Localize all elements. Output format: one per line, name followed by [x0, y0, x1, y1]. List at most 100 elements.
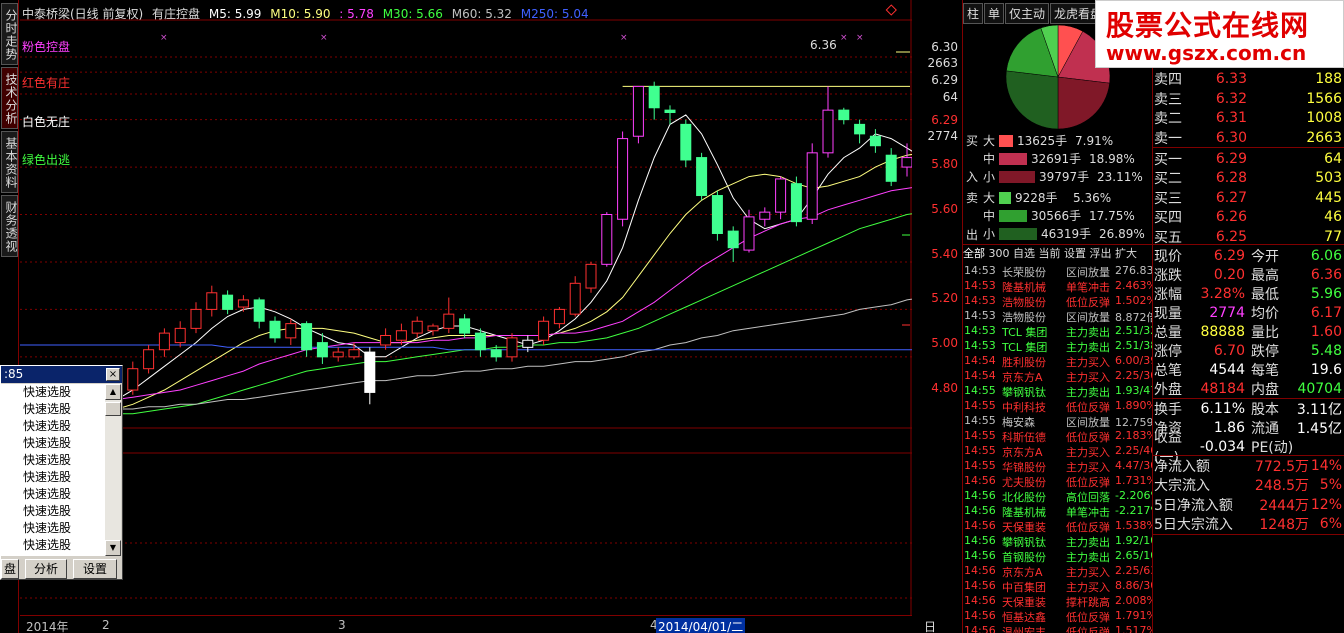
book-volume: 503 [1315, 170, 1342, 186]
popup-list[interactable]: 快速选股 快速选股 快速选股 快速选股 快速选股 快速选股 快速选股 快速选股 快速选股 快速选股 [1, 384, 105, 556]
stat-label: 现量 [1154, 305, 1182, 322]
filter-300[interactable]: 300 [989, 247, 1010, 260]
popup-btn-left[interactable]: 盘 [1, 559, 19, 579]
scroll-thumb[interactable] [105, 402, 121, 416]
popup-list-item[interactable]: 快速选股 [1, 435, 105, 452]
flow-bar [999, 170, 1035, 183]
filter-settings[interactable]: 设置 [1064, 247, 1086, 260]
candle-body [759, 211, 771, 220]
book-label: 买四 [1154, 210, 1182, 226]
chart-area[interactable]: × × × × × 中泰桥梁(日线 前复权) 有庄控盘 M5: 5.99 M10: 5.… [20, 0, 960, 633]
popup-list-item[interactable]: 快速选股 [1, 503, 105, 520]
popup-list-item[interactable]: 快速选股 [1, 469, 105, 486]
trade-time: 14:55 [964, 444, 996, 457]
popup-list-item[interactable]: 快速选股 [1, 452, 105, 469]
tab-financials[interactable]: 财务透视 [1, 195, 18, 257]
trade-time: 14:53 [964, 339, 996, 352]
trade-row[interactable]: 14:56 北化股份 高位回落 -2.206% [964, 489, 1152, 504]
trade-row[interactable]: 14:55 攀钢钒钛 主力卖出 1.93/47 [964, 384, 1152, 399]
settings-button[interactable]: 设置 [73, 559, 117, 579]
candle-body [222, 294, 234, 310]
popup-list-item[interactable]: 快速选股 [1, 384, 105, 401]
filter-all[interactable]: 全部 [963, 247, 985, 260]
trade-row[interactable]: 14:53 TCL 集团 主力卖出 2.51/38 [964, 339, 1152, 354]
trade-value: 1.93/47 [1115, 384, 1152, 397]
trade-row[interactable]: 14:55 中利科技 低位反弹 1.890% [964, 399, 1152, 414]
trade-stock: 华锦股份 [1002, 461, 1046, 474]
trade-row[interactable]: 14:55 京东方A 主力买入 2.25/40 [964, 444, 1152, 459]
ma30-label: M30: 5.66 [382, 7, 443, 21]
candle-body [316, 342, 328, 358]
trade-row[interactable]: 14:56 天保重装 撑杆跳高 2.008% [964, 594, 1152, 609]
candle-body [838, 109, 850, 121]
candle-body [664, 109, 676, 114]
trade-row[interactable]: 14:55 华锦股份 主力买入 4.47/30 [964, 459, 1152, 474]
trade-row[interactable]: 14:53 隆基机械 单笔冲击 2.463% [964, 279, 1152, 294]
trade-row[interactable]: 14:55 梅安森 区间放量 12.759倍 [964, 414, 1152, 429]
stat-value: 1.45亿 [1296, 420, 1342, 437]
scroll-up-icon[interactable]: ▲ [105, 384, 121, 400]
popup-list-item[interactable]: 快速选股 [1, 401, 105, 418]
legend-red: 红色有庄 [22, 76, 71, 90]
trade-alert-list[interactable]: 14:53长荣股份区间放量276.83314:53隆基机械单笔冲击2.463%1… [964, 264, 1152, 633]
flow-size: 小 [983, 170, 996, 184]
analyze-button[interactable]: 分析 [25, 559, 67, 579]
book-label: 买一 [1154, 151, 1182, 168]
trade-row[interactable]: 14:56 尤夫股份 低位反弹 1.731% [964, 474, 1152, 489]
trade-row[interactable]: 14:53 TCL 集团 主力卖出 2.51/32 [964, 324, 1152, 339]
trade-row[interactable]: 14:53 浩物股份 低位反弹 1.502% [964, 294, 1152, 309]
close-icon[interactable]: × [106, 368, 120, 381]
trade-row[interactable]: 14:56 中百集团 主力买入 8.86/30 [964, 579, 1152, 594]
candle-body [869, 135, 881, 147]
tab-intraday[interactable]: 分时走势 [1, 3, 18, 65]
candle-body [285, 323, 297, 339]
trade-row[interactable]: 14:56 首钢股份 主力卖出 2.65/10 [964, 549, 1152, 564]
trade-row[interactable]: 14:53 长荣股份 区间放量 276.833 [964, 264, 1152, 279]
trade-stock: 天保重装 [1002, 521, 1046, 534]
trade-row[interactable]: 14:54 京东方A 主力买入 2.25/30 [964, 369, 1152, 384]
tab-technical[interactable]: 技术分析 [1, 67, 18, 129]
trade-action: 主力买入 [1066, 581, 1110, 594]
trade-action: 高位回落 [1066, 491, 1110, 504]
trade-row[interactable]: 14:56 温州宏丰 低位反弹 1.517% [964, 624, 1152, 633]
stock-name: 中泰桥梁(日线 前复权) [22, 7, 144, 21]
scroll-down-icon[interactable]: ▼ [105, 540, 121, 556]
flow-size: 小 [983, 227, 996, 241]
popup-list-item[interactable]: 快速选股 [1, 537, 105, 554]
quick-select-popup[interactable]: :85 × 快速选股 快速选股 快速选股 快速选股 快速选股 快速选股 快速选股 快速选股 快速… [0, 365, 123, 580]
flow-volume: 30566手 [1031, 209, 1082, 223]
popup-list-item[interactable]: 快速选股 [1, 520, 105, 537]
trade-row[interactable]: 14:53 浩物股份 区间放量 8.872倍 [964, 309, 1152, 324]
trade-row[interactable]: 14:55 科斯伍德 低位反弹 2.183% [964, 429, 1152, 444]
trade-stock: 京东方A [1002, 371, 1043, 384]
trade-time: 14:56 [964, 564, 996, 577]
trade-row[interactable]: 14:56 攀钢钒钛 主力卖出 1.92/10 [964, 534, 1152, 549]
axis-label: 5.60 [931, 202, 958, 216]
trade-row[interactable]: 14:56 京东方A 主力买入 2.25/63 [964, 564, 1152, 579]
filter-expand[interactable]: 扩大 [1115, 247, 1137, 260]
book-label: 买三 [1154, 190, 1182, 207]
filter-current[interactable]: 当前 [1039, 247, 1061, 260]
trade-row[interactable]: 14:56 天保重装 低位反弹 1.538% [964, 519, 1152, 534]
filter-watch[interactable]: 自选 [1013, 247, 1035, 260]
tab-active[interactable]: 仅主动 [1005, 3, 1050, 24]
trade-row[interactable]: 14:56 隆基机械 单笔冲击 -2.217% [964, 504, 1152, 519]
kline-chart[interactable]: × × × × × [20, 0, 912, 615]
filter-float[interactable]: 浮出 [1090, 247, 1112, 260]
popup-title[interactable]: :85 [1, 366, 122, 383]
tab-single[interactable]: 单 [984, 3, 1005, 24]
tab-bar[interactable]: 柱 [963, 3, 984, 24]
trade-row[interactable]: 14:54 胜利股份 主力买入 6.00/39 [964, 354, 1152, 369]
trade-action: 区间放量 [1066, 416, 1110, 429]
period-label[interactable]: 日线 [924, 618, 936, 633]
trade-value: 2.25/30 [1115, 369, 1152, 382]
signal-mark: × [320, 33, 328, 43]
popup-list-item[interactable]: 快速选股 [1, 418, 105, 435]
popup-list-item[interactable]: 快速选股 [1, 486, 105, 503]
popup-scrollbar[interactable]: ▲ ▼ [105, 384, 121, 556]
trade-value: 1.517% [1115, 624, 1152, 633]
tab-fundamentals[interactable]: 基本资料 [1, 131, 18, 193]
trade-row[interactable]: 14:56 恒基达鑫 低位反弹 1.791% [964, 609, 1152, 624]
buy-label: 买 [966, 134, 979, 148]
stat-label: 流通 [1251, 420, 1279, 437]
